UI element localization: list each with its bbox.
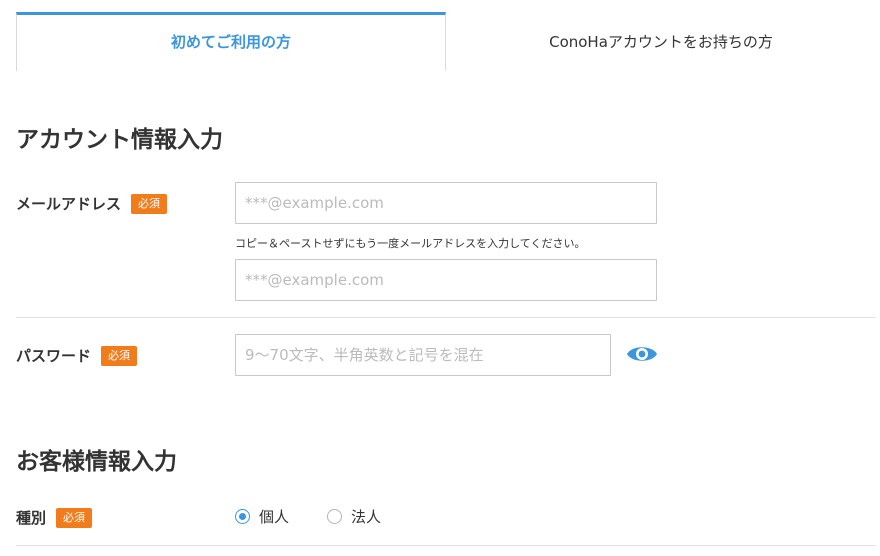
email-confirm-hint: コピー＆ペーストせずにもう一度メールアドレスを入力してください。: [235, 237, 586, 250]
password-input[interactable]: [235, 334, 611, 376]
email-label: メールアドレス: [16, 195, 122, 213]
radio-corporation[interactable]: 法人: [327, 506, 381, 527]
radio-individual[interactable]: 個人: [235, 506, 289, 527]
type-row-label: 種別 必須: [16, 507, 93, 528]
radio-checked-icon[interactable]: [235, 509, 250, 524]
required-badge: 必須: [131, 193, 168, 214]
radio-individual-label: 個人: [259, 508, 290, 526]
password-label: パスワード: [16, 347, 92, 365]
radio-unchecked-icon[interactable]: [327, 509, 343, 524]
tab-existing-account[interactable]: ConoHaアカウントをお持ちの方: [446, 12, 876, 70]
customer-section-title: お客様情報入力: [16, 449, 177, 475]
required-badge: 必須: [56, 507, 93, 528]
email-confirm-input[interactable]: [235, 259, 657, 301]
tab-first-time[interactable]: 初めてご利用の方: [16, 12, 446, 71]
eye-icon[interactable]: [626, 343, 658, 365]
radio-corporation-label: 法人: [351, 508, 382, 526]
customer-type-radio-group: 個人 法人: [235, 506, 419, 527]
account-tabs: 初めてご利用の方 ConoHaアカウントをお持ちの方: [16, 12, 876, 71]
type-label: 種別: [16, 509, 47, 527]
email-row-label: メールアドレス 必須: [16, 193, 168, 214]
password-row-label: パスワード 必須: [16, 345, 138, 366]
divider: [16, 545, 876, 546]
required-badge: 必須: [101, 345, 138, 366]
divider: [16, 317, 876, 318]
account-section-title: アカウント情報入力: [16, 127, 223, 153]
email-input[interactable]: [235, 182, 657, 224]
